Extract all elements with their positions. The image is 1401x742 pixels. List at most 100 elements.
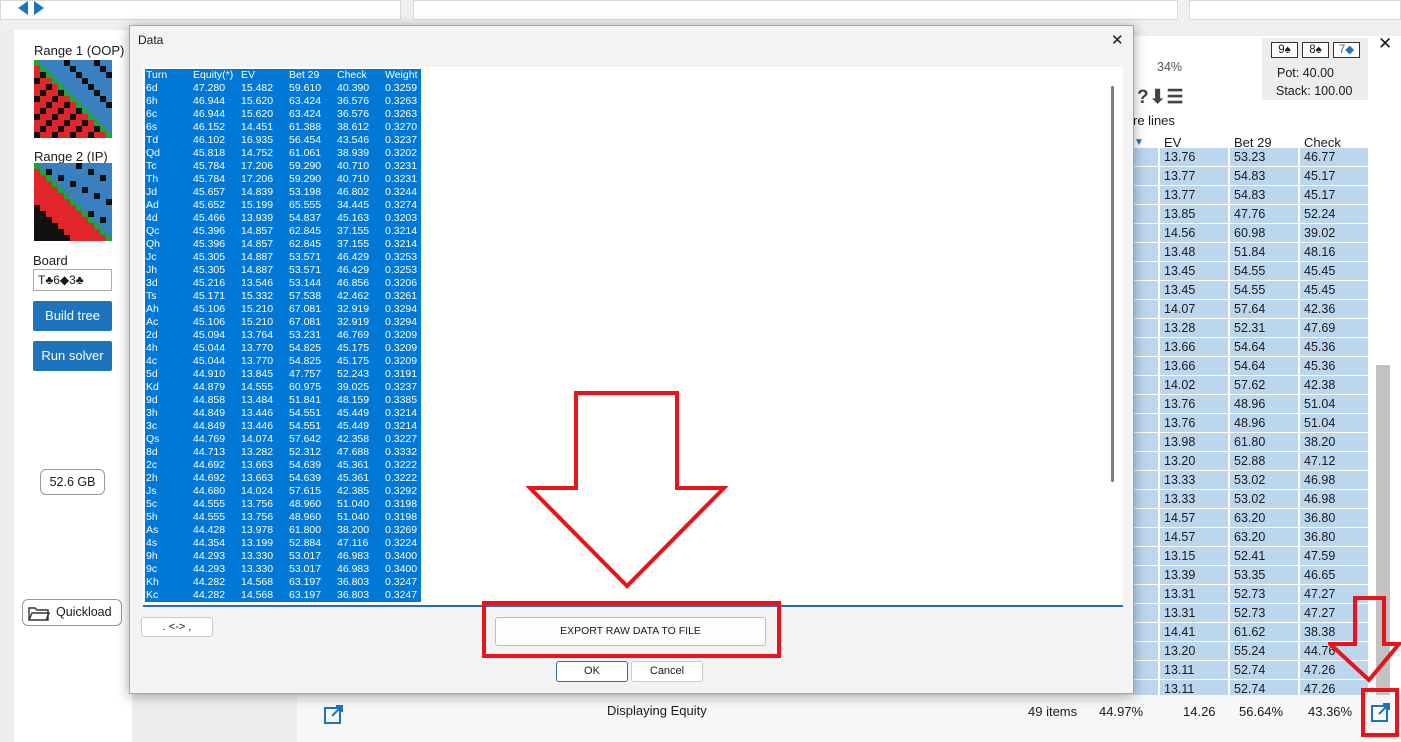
range-cell[interactable] [106,132,112,138]
strategy-row[interactable]: 13.45 54.55 45.45 [1133,262,1373,281]
data-cell: 13.978 [241,524,274,536]
strategy-row[interactable]: 13.28 52.31 47.69 [1133,319,1373,338]
nav-right-arrow-icon[interactable] [32,0,46,16]
data-cell: 44.849 [193,407,226,419]
nav-left-arrow-icon[interactable] [16,0,30,16]
strategy-row[interactable]: 13.76 48.96 51.04 [1133,414,1373,433]
run-solver-button[interactable]: Run solver [33,341,112,371]
raw-data-sheet[interactable]: Turn Equity(*) EV Bet 29 Check Weight 6d… [145,69,421,605]
strategy-row[interactable]: 13.15 52.41 47.59 [1133,547,1373,566]
annotation-arrow-large [526,391,728,589]
strategy-row[interactable]: 13.98 61.80 38.20 [1133,433,1373,452]
board-input[interactable]: T♣6◆3♣ [33,269,112,291]
data-cell: 44.282 [193,576,226,588]
data-row: As 44.428 13.978 61.800 38.200 0.3269 [145,524,421,537]
strategy-row[interactable]: 13.66 54.64 45.36 [1133,357,1373,376]
strategy-cell: 13.20 [1160,642,1228,660]
dialog-scrollbar[interactable] [1111,86,1114,482]
tool-icons[interactable]: ?⬇☰ [1137,86,1185,109]
strategy-cell: 13.48 [1160,243,1228,261]
data-row: 2c 44.692 13.663 54.639 45.361 0.3222 [145,459,421,472]
folder-icon [28,607,50,621]
data-cell: 54.639 [289,459,322,471]
pot-label: Pot: 40.00 [1277,66,1334,80]
data-cell: 52.312 [289,446,322,458]
separator-button[interactable]: . <-> , [141,617,213,637]
strategy-cell: 60.98 [1230,224,1298,242]
dialog-close-icon[interactable]: ✕ [1111,31,1124,49]
range-cell[interactable] [106,235,112,241]
strategy-row[interactable]: 13.76 53.23 46.77 [1133,148,1373,167]
strategy-row[interactable]: 13.45 54.55 45.45 [1133,281,1373,300]
strategy-cell: 53.23 [1230,148,1298,166]
strategy-cell-equity [1133,642,1158,660]
data-cell: 0.3244 [385,186,418,198]
export-open-icon-right[interactable] [1370,702,1392,724]
data-row: 3c 44.849 13.446 54.551 45.449 0.3214 [145,420,421,433]
data-cell: 0.3231 [385,160,418,172]
strategy-cell-equity [1133,566,1158,584]
strategy-row[interactable]: 13.33 53.02 46.98 [1133,471,1373,490]
strategy-row[interactable]: 14.07 57.64 42.36 [1133,300,1373,319]
strategy-row[interactable]: 13.48 51.84 48.16 [1133,243,1373,262]
data-cell: 13.446 [241,407,274,419]
data-cell: 0.3214 [385,407,418,419]
strategy-cell: 61.80 [1230,433,1298,451]
strategy-row[interactable]: 13.66 54.64 45.36 [1133,338,1373,357]
data-cell: Tc [146,160,157,172]
data-cell: 36.576 [337,108,370,120]
strategy-cell: 45.36 [1300,357,1368,375]
data-row: 4h 45.044 13.770 54.825 45.175 0.3209 [145,342,421,355]
sort-arrow-icon[interactable]: ▼ [1134,137,1144,148]
data-cell: 44.282 [193,589,226,601]
export-raw-data-button[interactable]: EXPORT RAW DATA TO FILE [495,617,766,646]
data-row: Jd 45.657 14.839 53.198 46.802 0.3244 [145,186,421,199]
data-cell: 16.935 [241,134,274,146]
cancel-button[interactable]: Cancel [631,661,703,682]
strategy-row[interactable]: 13.85 47.76 52.24 [1133,205,1373,224]
data-cell: 54.825 [289,342,322,354]
data-cell: Kc [146,589,159,601]
data-cell: 45.784 [193,173,226,185]
quickload-button[interactable]: Quickload [22,599,122,626]
panel-close-icon[interactable]: ✕ [1378,34,1392,54]
data-cell: 46.429 [337,251,370,263]
data-cell: 42.385 [337,485,370,497]
strategy-cell-equity [1133,319,1158,337]
strategy-cell: 13.20 [1160,452,1228,470]
data-cell: 13.663 [241,472,274,484]
strategy-row[interactable]: 13.76 48.96 51.04 [1133,395,1373,414]
data-cell: As [146,524,159,536]
data-row: Jc 45.305 14.887 53.571 46.429 0.3253 [145,251,421,264]
strategy-row[interactable]: 14.56 60.98 39.02 [1133,224,1373,243]
footer-ev: 14.26 [1183,704,1216,719]
data-cell: 0.3332 [385,446,418,458]
data-row: 5d 44.910 13.845 47.757 52.243 0.3191 [145,368,421,381]
more-lines-link[interactable]: re lines [1133,113,1175,128]
strategy-row[interactable]: 14.57 63.20 36.80 [1133,509,1373,528]
data-cell: 45.175 [337,355,370,367]
export-open-icon-left[interactable] [323,704,345,726]
range1-grid[interactable] [34,60,112,138]
strategy-row[interactable]: 14.57 63.20 36.80 [1133,528,1373,547]
strategy-row[interactable]: 13.20 52.88 47.12 [1133,452,1373,471]
data-cell: 0.3261 [385,290,418,302]
data-cell: 45.652 [193,199,226,211]
build-tree-button[interactable]: Build tree [33,301,112,331]
strategy-row[interactable]: 14.02 57.62 42.38 [1133,376,1373,395]
data-cell: 0.3237 [385,134,418,146]
strategy-row[interactable]: 13.77 54.83 45.17 [1133,186,1373,205]
data-cell: 0.3198 [385,511,418,523]
range2-grid[interactable] [34,163,112,241]
ok-button[interactable]: OK [556,661,628,682]
data-row: Js 44.680 14.024 57.615 42.385 0.3292 [145,485,421,498]
range2-label: Range 2 (IP) [34,149,108,164]
data-row: 5c 44.555 13.756 48.960 51.040 0.3198 [145,498,421,511]
data-cell: 13.663 [241,459,274,471]
data-cell: 45.784 [193,160,226,172]
data-cell: 51.040 [337,511,370,523]
strategy-row[interactable]: 13.77 54.83 45.17 [1133,167,1373,186]
strategy-cell: 54.55 [1230,281,1298,299]
strategy-row[interactable]: 13.39 53.35 46.65 [1133,566,1373,585]
strategy-row[interactable]: 13.33 53.02 46.98 [1133,490,1373,509]
